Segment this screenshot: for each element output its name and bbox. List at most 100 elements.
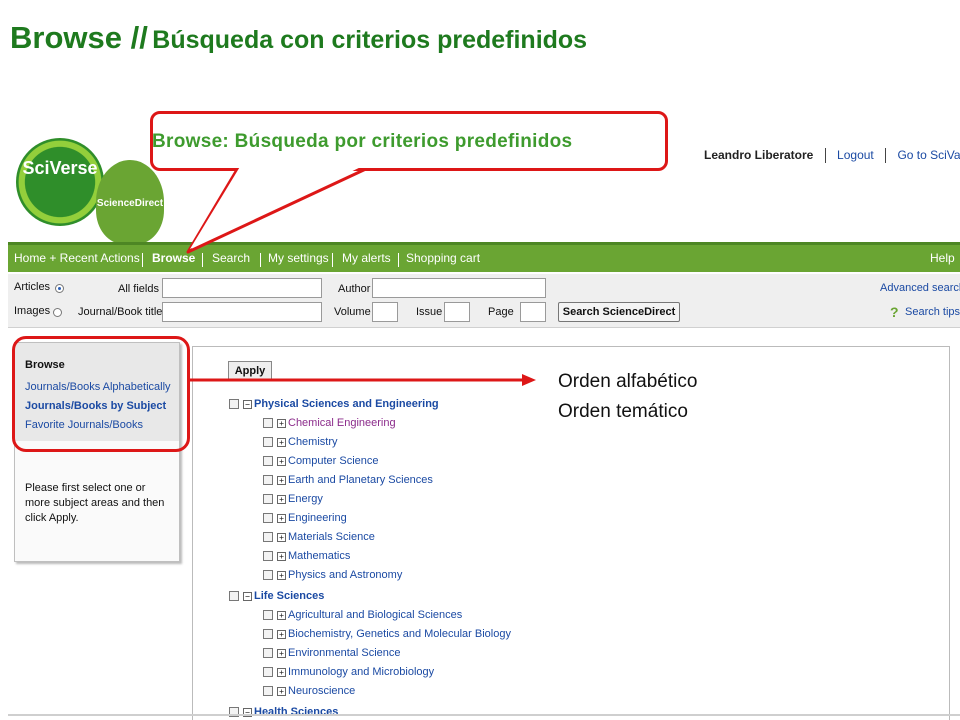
- journal-title-input[interactable]: [162, 302, 322, 322]
- subcategory-label[interactable]: Immunology and Microbiology: [288, 666, 434, 678]
- subcategory-label[interactable]: Biochemistry, Genetics and Molecular Bio…: [288, 628, 511, 640]
- subcategory-row[interactable]: + Physics and Astronomy: [263, 569, 402, 581]
- checkbox-icon[interactable]: [263, 570, 273, 581]
- category-label[interactable]: Life Sciences: [254, 590, 324, 602]
- subcategory-label[interactable]: Agricultural and Biological Sciences: [288, 609, 462, 621]
- all-fields-label: All fields: [118, 283, 159, 295]
- subcategory-label[interactable]: Chemical Engineering: [288, 417, 396, 429]
- checkbox-icon[interactable]: [263, 532, 273, 543]
- subcategory-label[interactable]: Environmental Science: [288, 647, 401, 659]
- nav-my-alerts[interactable]: My alerts: [342, 251, 391, 265]
- page-bottom-rule: [8, 714, 960, 716]
- subcategory-row[interactable]: + Energy: [263, 493, 323, 505]
- expand-icon[interactable]: +: [277, 570, 286, 580]
- nav-divider: [260, 253, 261, 267]
- nav-divider: [202, 253, 203, 267]
- checkbox-icon[interactable]: [263, 667, 273, 678]
- subcategory-label[interactable]: Engineering: [288, 512, 347, 524]
- subcategory-label[interactable]: Mathematics: [288, 550, 350, 562]
- nav-browse[interactable]: Browse: [152, 251, 195, 265]
- expand-icon[interactable]: +: [277, 513, 286, 523]
- author-input[interactable]: [372, 278, 546, 298]
- subcategory-label[interactable]: Energy: [288, 493, 323, 505]
- expand-icon[interactable]: +: [277, 456, 286, 466]
- search-sciencedirect-button[interactable]: Search ScienceDirect: [558, 302, 680, 322]
- checkbox-icon[interactable]: [263, 456, 273, 467]
- checkbox-icon[interactable]: [263, 610, 273, 621]
- subcategory-label[interactable]: Computer Science: [288, 455, 379, 467]
- sciverse-logo[interactable]: SciVerse: [16, 138, 104, 226]
- subcategory-row[interactable]: + Chemical Engineering: [263, 417, 396, 429]
- checkbox-icon[interactable]: [229, 591, 239, 602]
- expand-icon[interactable]: +: [277, 475, 286, 485]
- expand-icon[interactable]: +: [277, 532, 286, 542]
- checkbox-icon[interactable]: [263, 437, 273, 448]
- subcategory-row[interactable]: + Materials Science: [263, 531, 375, 543]
- subcategory-label[interactable]: Physics and Astronomy: [288, 569, 402, 581]
- expand-icon[interactable]: +: [277, 551, 286, 561]
- checkbox-icon[interactable]: [263, 475, 273, 486]
- expand-icon[interactable]: +: [277, 437, 286, 447]
- radio-icon[interactable]: [53, 308, 62, 317]
- subcategory-row[interactable]: + Biochemistry, Genetics and Molecular Bi…: [263, 628, 511, 640]
- radio-icon[interactable]: [55, 284, 64, 293]
- subcategory-label[interactable]: Materials Science: [288, 531, 375, 543]
- category-label[interactable]: Physical Sciences and Engineering: [254, 398, 439, 410]
- expand-icon[interactable]: +: [277, 686, 286, 696]
- expand-icon[interactable]: +: [277, 667, 286, 677]
- nav-help[interactable]: Help: [930, 251, 955, 265]
- collapse-icon[interactable]: −: [243, 399, 252, 409]
- category-row[interactable]: − Physical Sciences and Engineering: [229, 398, 439, 410]
- subcategory-row[interactable]: + Chemistry: [263, 436, 338, 448]
- subcategory-label[interactable]: Chemistry: [288, 436, 338, 448]
- checkbox-icon[interactable]: [229, 399, 239, 410]
- subcategory-row[interactable]: + Immunology and Microbiology: [263, 666, 434, 678]
- issue-input[interactable]: [444, 302, 470, 322]
- user-bar: Leandro Liberatore Logout Go to SciVal S…: [704, 148, 960, 164]
- subcategory-row[interactable]: + Engineering: [263, 512, 347, 524]
- advanced-search-link[interactable]: Advanced search: [880, 282, 960, 294]
- checkbox-icon[interactable]: [263, 648, 273, 659]
- volume-label: Volume: [334, 306, 371, 318]
- subcategory-row[interactable]: + Environmental Science: [263, 647, 401, 659]
- nav-my-settings[interactable]: My settings: [268, 251, 329, 265]
- subcategory-row[interactable]: + Agricultural and Biological Sciences: [263, 609, 462, 621]
- subcategory-row[interactable]: + Mathematics: [263, 550, 350, 562]
- note-thematic: Orden temático: [558, 401, 688, 422]
- category-row[interactable]: − Life Sciences: [229, 590, 324, 602]
- expand-icon[interactable]: +: [277, 494, 286, 504]
- apply-button[interactable]: Apply: [228, 361, 272, 381]
- username: Leandro Liberatore: [704, 148, 814, 162]
- subcategory-row[interactable]: + Earth and Planetary Sciences: [263, 474, 433, 486]
- subcategory-row[interactable]: + Neuroscience: [263, 685, 355, 697]
- collapse-icon[interactable]: −: [243, 591, 252, 601]
- goto-scival-link[interactable]: Go to SciVal Suite: [897, 148, 960, 162]
- category-label[interactable]: Health Sciences: [254, 706, 338, 718]
- nav-shopping-cart[interactable]: Shopping cart: [406, 251, 480, 265]
- subcategory-label[interactable]: Neuroscience: [288, 685, 355, 697]
- logout-link[interactable]: Logout: [837, 148, 874, 162]
- nav-home-recent[interactable]: Home + Recent Actions: [14, 251, 140, 265]
- expand-icon[interactable]: +: [277, 418, 286, 428]
- subcategory-row[interactable]: + Computer Science: [263, 455, 379, 467]
- sidebar-highlight-box: [12, 336, 190, 452]
- all-fields-input[interactable]: [162, 278, 322, 298]
- logo-primary-text: SciVerse: [22, 158, 98, 178]
- volume-input[interactable]: [372, 302, 398, 322]
- checkbox-icon[interactable]: [263, 551, 273, 562]
- checkbox-icon[interactable]: [263, 418, 273, 429]
- main-nav: Home + Recent Actions Browse Search My s…: [8, 242, 960, 272]
- checkbox-icon[interactable]: [263, 513, 273, 524]
- subcategory-label[interactable]: Earth and Planetary Sciences: [288, 474, 433, 486]
- search-tips-link[interactable]: Search tips: [905, 306, 960, 318]
- checkbox-icon[interactable]: [263, 629, 273, 640]
- checkbox-icon[interactable]: [263, 686, 273, 697]
- expand-icon[interactable]: +: [277, 610, 286, 620]
- expand-icon[interactable]: +: [277, 629, 286, 639]
- expand-icon[interactable]: +: [277, 648, 286, 658]
- checkbox-icon[interactable]: [263, 494, 273, 505]
- user-bar-divider: [885, 148, 887, 164]
- nav-search[interactable]: Search: [212, 251, 250, 265]
- page-input[interactable]: [520, 302, 546, 322]
- category-row[interactable]: − Health Sciences: [229, 706, 338, 718]
